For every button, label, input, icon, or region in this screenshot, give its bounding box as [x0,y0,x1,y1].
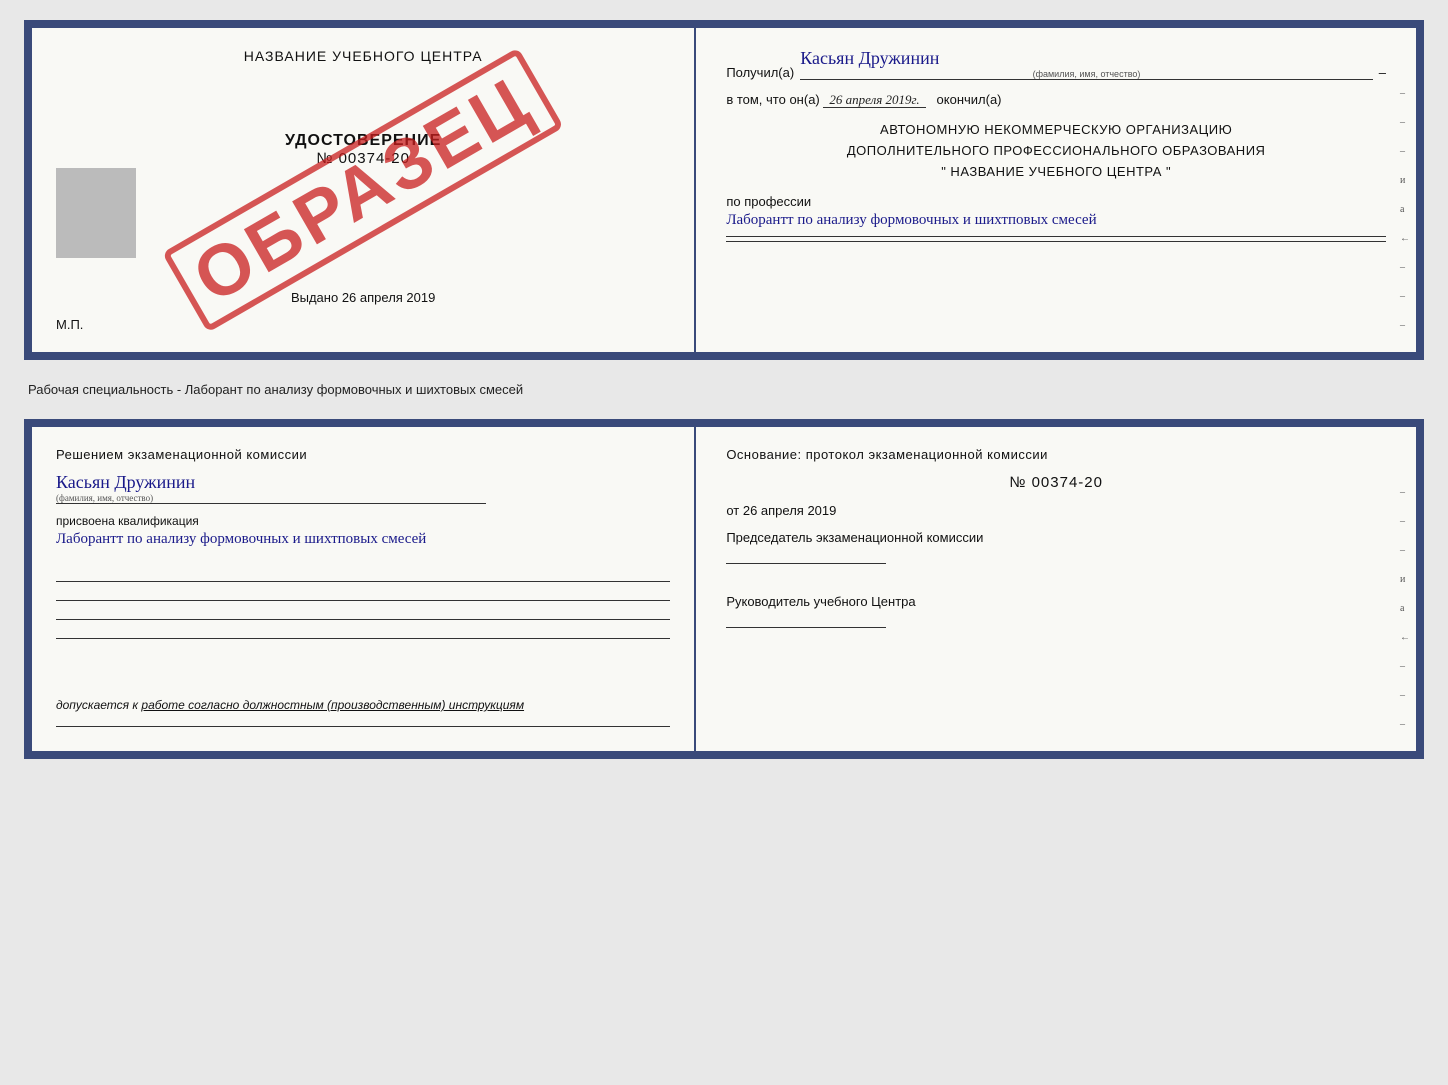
underline2 [726,241,1386,242]
protocol-date-prefix: от [726,503,739,518]
qualification-value: Лаборантт по анализу формовочных и шихтп… [56,531,426,547]
bottom-line-1 [56,581,670,582]
chairman-block: Председатель экзаменационной комиссии [726,530,1386,566]
right-edge-marks-bottom: – – – и а ← – – – [1400,487,1410,730]
cert-bottom-right: Основание: протокол экзаменационной коми… [696,427,1416,751]
cert-number-top: № 00374-20 [316,150,410,167]
recipient-line: Получил(а) Касьян Дружинин (фамилия, имя… [726,48,1386,80]
separator-text: Рабочая специальность - Лаборант по анал… [24,376,1424,403]
allowed-value: работе согласно должностным (производств… [141,698,524,712]
director-signature-line [726,627,886,628]
bottom-line-2 [56,600,670,601]
org-line1: АВТОНОМНУЮ НЕКОММЕРЧЕСКУЮ ОРГАНИЗАЦИЮ [726,120,1386,141]
allowed-label: допускается к [56,698,138,712]
chairman-signature-line [726,563,886,564]
cert-top-right: Получил(а) Касьян Дружинин (фамилия, имя… [696,28,1416,352]
qualification-label: присвоена квалификация [56,514,670,528]
date-label: в том, что он(а) [726,92,819,107]
top-certificate: НАЗВАНИЕ УЧЕБНОГО ЦЕНТРА УДОСТОВЕРЕНИЕ №… [24,20,1424,360]
cert-bottom-left: Решением экзаменационной комиссии Касьян… [32,427,696,751]
recipient-subtitle: (фамилия, имя, отчество) [800,69,1373,79]
decision-text: Решением экзаменационной комиссии [56,447,670,462]
dash-after-name: – [1379,65,1386,80]
person-name: Касьян Дружинин [56,472,486,493]
bottom-line-4 [56,638,670,639]
director-block: Руководитель учебного Центра [726,594,1386,630]
page-wrapper: НАЗВАНИЕ УЧЕБНОГО ЦЕНТРА УДОСТОВЕРЕНИЕ №… [24,20,1424,759]
cert-top-left: НАЗВАНИЕ УЧЕБНОГО ЦЕНТРА УДОСТОВЕРЕНИЕ №… [32,28,696,352]
received-label: Получил(а) [726,65,794,80]
profession-block: по профессии Лаборантт по анализу формов… [726,194,1386,246]
protocol-date-value: 26 апреля 2019 [743,503,837,518]
recipient-name: Касьян Дружинин [800,48,1373,69]
qualification-block: присвоена квалификация Лаборантт по анал… [56,514,670,551]
bottom-certificate: Решением экзаменационной комиссии Касьян… [24,419,1424,759]
profession-value: Лаборантт по анализу формовочных и шихтп… [726,209,1386,232]
cert-issued-date: Выдано 26 апреля 2019 [291,290,435,305]
basis-label: Основание: протокол экзаменационной коми… [726,447,1386,462]
certificate-label: УДОСТОВЕРЕНИЕ [285,132,441,150]
mp-label: М.П. [56,317,83,332]
date-value: 26 апреля 2019г. [823,92,925,108]
issued-label: Выдано [291,290,338,305]
bottom-line-5 [56,726,670,727]
training-center-title: НАЗВАНИЕ УЧЕБНОГО ЦЕНТРА [244,48,483,64]
person-name-wrapper: Касьян Дружинин (фамилия, имя, отчество) [56,472,486,504]
date-line: в том, что он(а) 26 апреля 2019г. окончи… [726,92,1386,108]
org-line3: " НАЗВАНИЕ УЧЕБНОГО ЦЕНТРА " [726,162,1386,183]
org-block: АВТОНОМНУЮ НЕКОММЕРЧЕСКУЮ ОРГАНИЗАЦИЮ ДО… [726,120,1386,182]
issued-date-value: 26 апреля 2019 [342,290,436,305]
protocol-number: № 00374-20 [726,474,1386,491]
org-line2: ДОПОЛНИТЕЛЬНОГО ПРОФЕССИОНАЛЬНОГО ОБРАЗО… [726,141,1386,162]
director-label: Руководитель учебного Центра [726,594,1386,609]
underline1 [726,236,1386,237]
allowed-block: допускается к работе согласно должностны… [56,698,670,712]
chairman-label: Председатель экзаменационной комиссии [726,530,1386,545]
right-edge-marks-top: – – – и а ← – – – [1400,88,1410,331]
finished-label: окончил(а) [937,92,1002,107]
bottom-line-3 [56,619,670,620]
profession-label: по профессии [726,194,1386,209]
protocol-date: от 26 апреля 2019 [726,503,1386,518]
person-subtitle: (фамилия, имя, отчество) [56,493,486,503]
recipient-name-wrapper: Касьян Дружинин (фамилия, имя, отчество) [800,48,1373,80]
photo-placeholder [56,168,136,258]
